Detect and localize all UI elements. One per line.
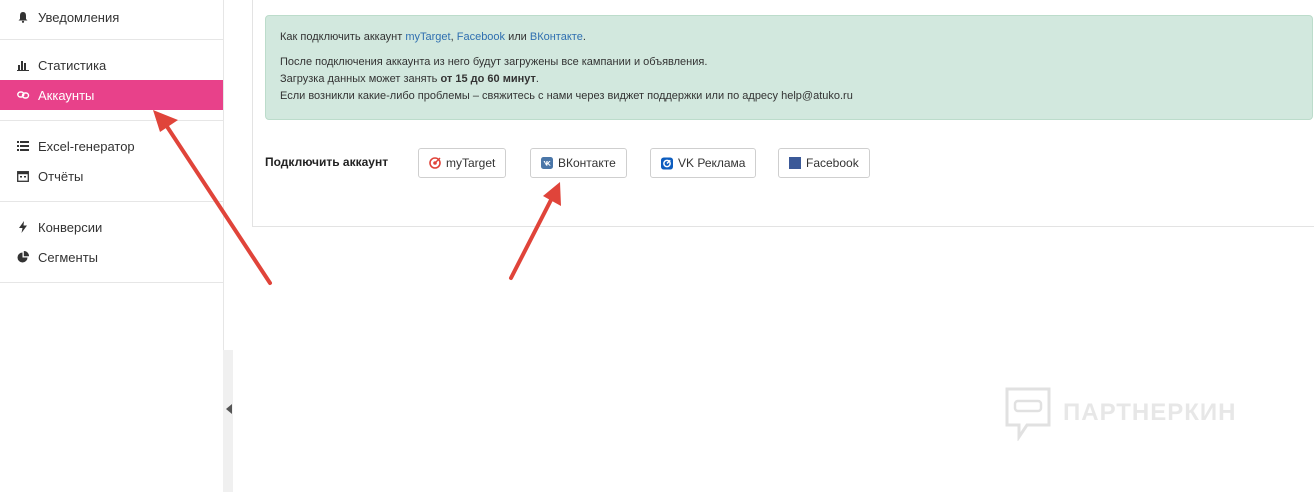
pie-chart-icon <box>16 250 30 264</box>
sidebar-item-label: Статистика <box>38 57 107 73</box>
mytarget-icon <box>429 157 441 169</box>
list-icon <box>16 139 30 153</box>
facebook-icon <box>789 157 801 169</box>
alert-text: . <box>582 31 586 43</box>
button-label: myTarget <box>446 156 496 170</box>
vk-help-link[interactable]: ВКонтакте <box>530 31 583 43</box>
bar-chart-icon <box>16 58 30 72</box>
mytarget-help-link[interactable]: myTarget <box>405 31 450 43</box>
nav-group-reports: Excel-генератор Отчёты <box>0 121 223 202</box>
nav-group-conversions: Конверсии Сегменты <box>0 202 223 283</box>
alert-line-support: Если возникли какие-либо проблемы – свяж… <box>280 90 853 102</box>
lightning-icon <box>16 220 30 234</box>
info-alert: Как подключить аккаунт myTarget, Faceboo… <box>265 15 1313 120</box>
sidebar-item-reports[interactable]: Отчёты <box>0 161 223 191</box>
alert-duration-bold: от 15 до 60 минут <box>440 73 536 85</box>
vk-icon <box>541 157 553 169</box>
alert-line-duration: Загрузка данных может занять от 15 до 60… <box>280 71 1298 88</box>
sidebar-collapse-strip <box>223 350 233 492</box>
sidebar-item-label: Сегменты <box>38 249 99 265</box>
connect-mytarget-button[interactable]: myTarget <box>418 148 507 178</box>
watermark-logo-icon <box>1005 387 1051 441</box>
sidebar-item-statistics[interactable]: Статистика <box>0 50 223 80</box>
link-icon <box>16 88 30 102</box>
alert-text: Загрузка данных может занять <box>280 73 441 85</box>
facebook-help-link[interactable]: Facebook <box>457 31 505 43</box>
sidebar-item-accounts[interactable]: Аккаунты <box>0 80 223 110</box>
button-label: VK Реклама <box>678 156 746 170</box>
alert-text: Как подключить аккаунт <box>280 31 406 43</box>
collapse-arrow-icon[interactable] <box>226 404 232 414</box>
sidebar-item-label: Конверсии <box>38 219 103 235</box>
alert-text: или <box>505 31 530 43</box>
calendar-icon <box>16 169 30 183</box>
button-label: Facebook <box>806 156 859 170</box>
watermark: ПАРТНЕРКИН <box>1003 385 1237 441</box>
alert-text: . <box>535 73 539 85</box>
connect-account-label: Подключить аккаунт <box>265 155 389 169</box>
alert-line-loaded: После подключения аккаунта из него будут… <box>280 56 708 68</box>
watermark-text: ПАРТНЕРКИН <box>1063 399 1237 426</box>
connect-vk-button[interactable]: ВКонтакте <box>530 148 627 178</box>
button-label: ВКонтакте <box>558 156 616 170</box>
connect-facebook-button[interactable]: Facebook <box>778 148 870 178</box>
sidebar-item-label: Отчёты <box>38 168 84 184</box>
sidebar: Уведомления Статистика Аккаунты Excel-ге… <box>0 0 224 492</box>
connect-vk-ads-button[interactable]: VK Реклама <box>650 148 757 178</box>
sidebar-item-conversions[interactable]: Конверсии <box>0 212 223 242</box>
sidebar-item-segments[interactable]: Сегменты <box>0 242 223 272</box>
sidebar-item-notifications[interactable]: Уведомления <box>0 2 223 32</box>
sidebar-item-label: Уведомления <box>38 9 120 25</box>
nav-group-stats: Статистика Аккаунты <box>0 40 223 121</box>
sidebar-item-excel-generator[interactable]: Excel-генератор <box>0 131 223 161</box>
nav-group-notifications: Уведомления <box>0 0 223 40</box>
vk-ads-icon <box>661 157 673 169</box>
sidebar-item-label: Excel-генератор <box>38 138 135 154</box>
sidebar-item-label: Аккаунты <box>38 87 95 103</box>
bell-icon <box>16 10 30 24</box>
alert-line-howto: Как подключить аккаунт myTarget, Faceboo… <box>280 29 1298 46</box>
